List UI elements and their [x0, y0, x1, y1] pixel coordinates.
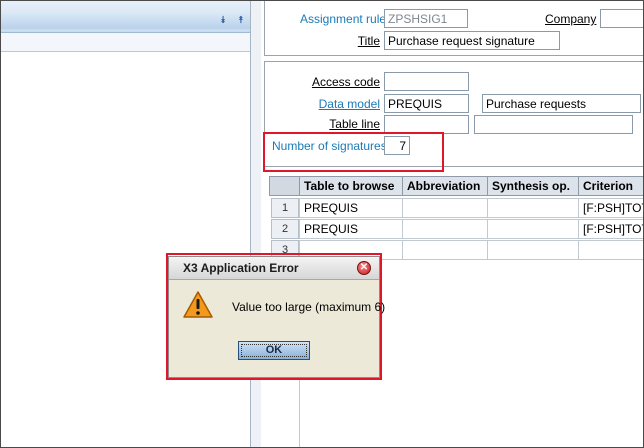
title-label: Title: [357, 34, 380, 48]
ok-button[interactable]: OK: [238, 341, 310, 360]
table-cell[interactable]: PREQUIS: [299, 219, 403, 239]
error-dialog: X3 Application Error ✕ Value too large (…: [168, 256, 385, 378]
column-header-table[interactable]: Table to browse: [299, 176, 403, 196]
collapse-up-icon[interactable]: ⯭: [234, 14, 248, 28]
close-icon[interactable]: ✕: [357, 261, 371, 275]
abbreviation-cell[interactable]: [402, 219, 488, 239]
company-field[interactable]: [600, 9, 644, 28]
collapse-down-icon[interactable]: ⯯: [216, 14, 230, 28]
table-line-field-2[interactable]: [474, 115, 633, 134]
warning-icon: [183, 291, 213, 318]
left-panel-toolbar: [0, 33, 250, 52]
column-header-criterion[interactable]: Criterion: [578, 176, 644, 196]
row-number: 2: [271, 219, 299, 239]
column-header-synthesis[interactable]: Synthesis op.: [487, 176, 579, 196]
dialog-message: Value too large (maximum 6): [232, 300, 386, 314]
left-panel-header: ⯯ ⯭: [0, 0, 250, 33]
row-number: 1: [271, 198, 299, 218]
synthesis-cell[interactable]: [487, 240, 579, 260]
dialog-title: X3 Application Error: [183, 261, 299, 275]
abbreviation-cell[interactable]: [402, 198, 488, 218]
assignment-rule-field[interactable]: ZPSHSIG1: [384, 9, 468, 28]
column-header-abbreviation[interactable]: Abbreviation: [402, 176, 488, 196]
abbreviation-cell[interactable]: [402, 240, 488, 260]
table-cell[interactable]: PREQUIS: [299, 198, 403, 218]
criterion-cell[interactable]: [F:PSH]TOTL: [578, 198, 644, 218]
synthesis-cell[interactable]: [487, 219, 579, 239]
company-label: Company: [545, 12, 597, 26]
dialog-titlebar[interactable]: X3 Application Error ✕: [169, 257, 379, 280]
access-code-field[interactable]: [384, 72, 469, 91]
data-model-label[interactable]: Data model: [300, 97, 380, 111]
assignment-rule-label: Assignment rule: [300, 12, 387, 26]
table-line-label: Table line: [329, 117, 380, 131]
data-model-description: Purchase requests: [482, 94, 641, 113]
grid-corner: [269, 176, 300, 196]
criterion-cell[interactable]: [F:PSH]TOTL: [578, 219, 644, 239]
criterion-cell[interactable]: [578, 240, 644, 260]
signatures-highlight-box: [263, 132, 444, 172]
data-model-field[interactable]: PREQUIS: [384, 94, 469, 113]
left-panel-body: [0, 52, 250, 448]
synthesis-cell[interactable]: [487, 198, 579, 218]
title-field[interactable]: Purchase request signature: [384, 31, 560, 50]
access-code-label: Access code: [311, 75, 380, 89]
